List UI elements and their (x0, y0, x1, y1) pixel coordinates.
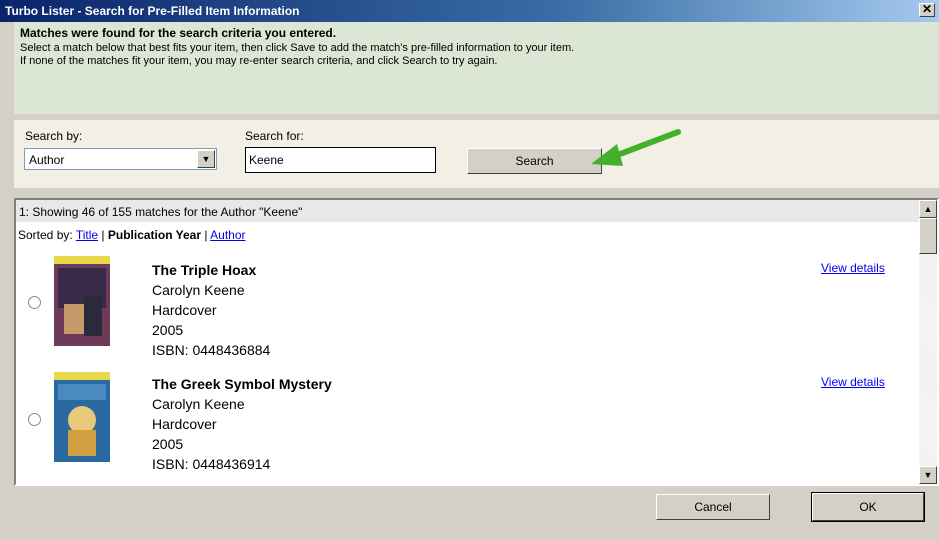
view-details-link[interactable]: View details (821, 375, 885, 389)
book-format: Hardcover (152, 416, 217, 432)
results-summary: 1: Showing 46 of 155 matches for the Aut… (16, 200, 919, 222)
list-item: The Triple Hoax Carolyn Keene Hardcover … (16, 256, 919, 368)
search-by-select[interactable]: Author ▼ (24, 148, 217, 170)
title-bar: Turbo Lister - Search for Pre-Filled Ite… (0, 0, 939, 22)
dialog-window: Turbo Lister - Search for Pre-Filled Ite… (0, 0, 939, 540)
search-panel: Search by: Author ▼ Search for: Search (14, 120, 939, 188)
search-for-label: Search for: (245, 129, 304, 143)
book-year: 2005 (152, 436, 184, 452)
book-author: Carolyn Keene (152, 396, 245, 412)
sort-by-title-link[interactable]: Title (76, 228, 98, 242)
vertical-scrollbar[interactable]: ▲ ▼ (919, 200, 937, 484)
book-title: The Greek Symbol Mystery (152, 376, 332, 392)
results-content: 1: Showing 46 of 155 matches for the Aut… (16, 200, 919, 484)
select-radio[interactable] (28, 413, 41, 426)
search-by-label: Search by: (25, 129, 83, 143)
window-title: Turbo Lister - Search for Pre-Filled Ite… (5, 4, 300, 18)
ok-button[interactable]: OK (811, 492, 925, 522)
scroll-thumb[interactable] (919, 218, 937, 254)
scroll-up-button[interactable]: ▲ (919, 200, 937, 218)
search-button[interactable]: Search (467, 148, 602, 174)
sort-separator: | (101, 228, 105, 242)
list-item: The Greek Symbol Mystery Carolyn Keene H… (16, 372, 919, 484)
book-isbn: ISBN: 0448436884 (152, 342, 271, 358)
book-cover-image (54, 256, 110, 346)
chevron-down-icon[interactable]: ▼ (197, 150, 215, 168)
book-author: Carolyn Keene (152, 282, 245, 298)
close-button[interactable]: ✕ (919, 3, 935, 17)
select-radio[interactable] (28, 296, 41, 309)
instructions-line-1: Select a match below that best fits your… (20, 42, 575, 54)
book-cover-image (54, 372, 110, 462)
book-format: Hardcover (152, 302, 217, 318)
annotation-arrow-icon (591, 129, 681, 166)
book-year: 2005 (152, 322, 184, 338)
sort-by-year-active: Publication Year (107, 228, 202, 242)
book-title: The Triple Hoax (152, 262, 257, 278)
search-by-value: Author (29, 153, 65, 167)
instructions-line-2: If none of the matches fit your item, yo… (20, 55, 498, 67)
sort-separator: | (204, 228, 208, 242)
scroll-down-button[interactable]: ▼ (919, 466, 937, 484)
sort-by-author-link[interactable]: Author (210, 228, 245, 242)
search-input[interactable] (245, 147, 436, 173)
results-list: 1: Showing 46 of 155 matches for the Aut… (14, 198, 939, 486)
sort-options: Sorted by: Title | Publication Year | Au… (18, 228, 246, 242)
view-details-link[interactable]: View details (821, 261, 885, 275)
book-isbn: ISBN: 0448436914 (152, 456, 271, 472)
sort-label: Sorted by: (18, 228, 73, 242)
cancel-button[interactable]: Cancel (656, 494, 770, 520)
instructions-title: Matches were found for the search criter… (20, 26, 337, 40)
instructions-panel: Matches were found for the search criter… (14, 22, 939, 114)
